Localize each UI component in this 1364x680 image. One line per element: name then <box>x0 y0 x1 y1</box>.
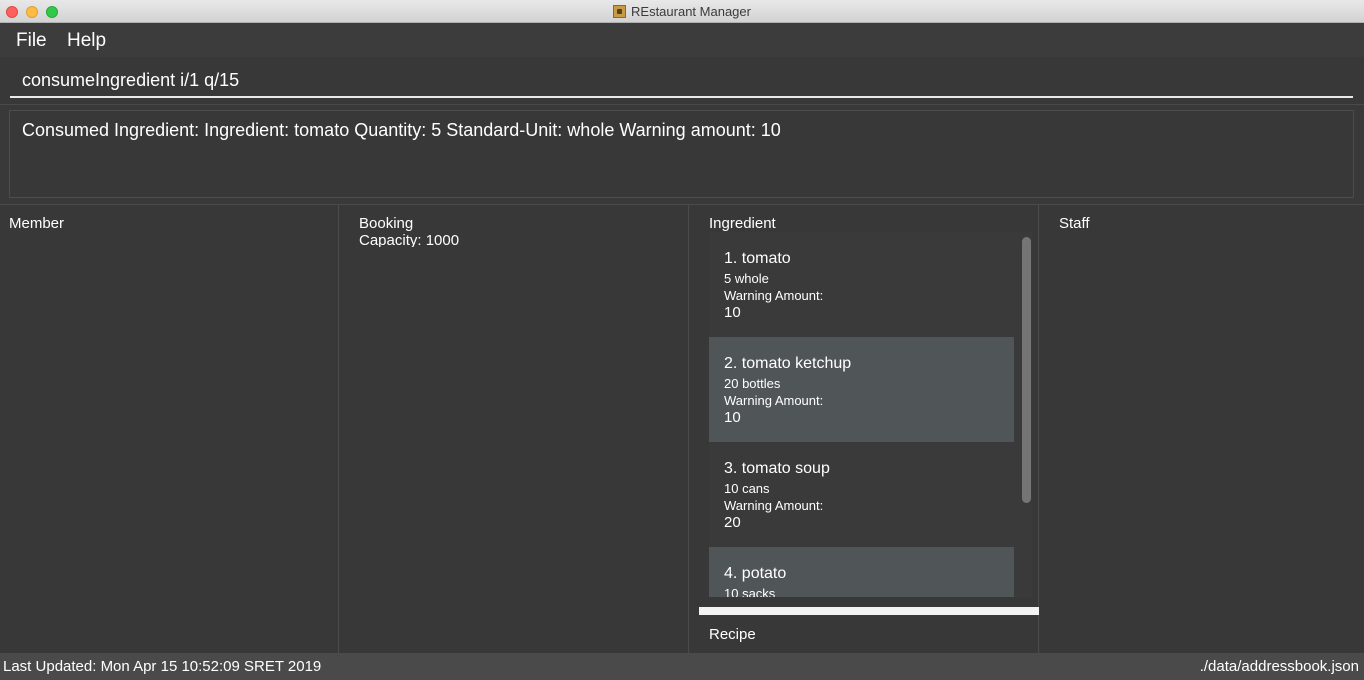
save-location-status: ./data/addressbook.json <box>1199 658 1359 675</box>
ingredient-name: 2. tomato ketchup <box>724 355 852 372</box>
app-icon <box>613 5 627 18</box>
ingredient-quantity: 20 bottles <box>724 376 781 391</box>
last-updated-status: Last Updated: Mon Apr 15 10:52:09 SRET 2… <box>3 658 322 675</box>
warning-amount-value: 10 <box>724 304 741 321</box>
ingredient-panel: Ingredient 1. tomato 5 whole Warning Amo… <box>690 205 1039 653</box>
ingredient-name: 4. potato <box>724 565 787 582</box>
ingredient-scrollbar[interactable] <box>1014 232 1032 597</box>
member-panel-title: Member <box>9 215 65 232</box>
list-item[interactable]: 1. tomato 5 whole Warning Amount: 10 <box>709 232 1014 337</box>
member-panel: Member <box>0 205 339 653</box>
recipe-panel-title: Recipe <box>709 626 756 643</box>
window-titlebar: REstaurant Manager <box>0 0 1364 23</box>
ingredient-name: 1. tomato <box>724 250 791 267</box>
command-input-underline <box>10 96 1353 98</box>
warning-amount-label: Warning Amount: <box>724 288 824 303</box>
booking-panel-title: Booking <box>359 215 414 232</box>
command-input[interactable]: consumeIngredient i/1 q/15 <box>22 70 239 91</box>
result-display: Consumed Ingredient: Ingredient: tomato … <box>9 110 1354 198</box>
ingredient-list[interactable]: 1. tomato 5 whole Warning Amount: 10 2. … <box>709 232 1032 597</box>
window-title: REstaurant Manager <box>631 4 751 19</box>
warning-amount-value: 10 <box>724 409 741 426</box>
result-message: Consumed Ingredient: Ingredient: tomato … <box>22 120 781 140</box>
warning-amount-label: Warning Amount: <box>724 393 824 408</box>
booking-capacity: Capacity: 1000 <box>359 232 460 247</box>
staff-panel-title: Staff <box>1059 215 1090 232</box>
ingredient-quantity: 10 cans <box>724 481 770 496</box>
staff-panel: Staff <box>1040 205 1364 653</box>
split-pane-divider[interactable] <box>699 607 1039 615</box>
command-box: consumeIngredient i/1 q/15 <box>0 57 1364 105</box>
scrollbar-thumb[interactable] <box>1022 237 1031 503</box>
warning-amount-label: Warning Amount: <box>724 498 824 513</box>
list-item[interactable]: 4. potato 10 sacks <box>709 547 1014 597</box>
ingredient-panel-title: Ingredient <box>709 215 776 232</box>
menu-help[interactable]: Help <box>67 30 106 52</box>
ingredient-name: 3. tomato soup <box>724 460 830 477</box>
ingredient-quantity: 10 sacks <box>724 586 776 597</box>
menu-bar: File Help <box>0 23 1364 57</box>
list-item[interactable]: 3. tomato soup 10 cans Warning Amount: 2… <box>709 442 1014 547</box>
status-bar: Last Updated: Mon Apr 15 10:52:09 SRET 2… <box>0 653 1364 680</box>
warning-amount-value: 20 <box>724 514 741 531</box>
list-item[interactable]: 2. tomato ketchup 20 bottles Warning Amo… <box>709 337 1014 442</box>
ingredient-quantity: 5 whole <box>724 271 769 286</box>
menu-file[interactable]: File <box>16 30 47 52</box>
window-title-group: REstaurant Manager <box>0 4 1364 19</box>
booking-panel: Booking Capacity: 1000 <box>340 205 689 653</box>
